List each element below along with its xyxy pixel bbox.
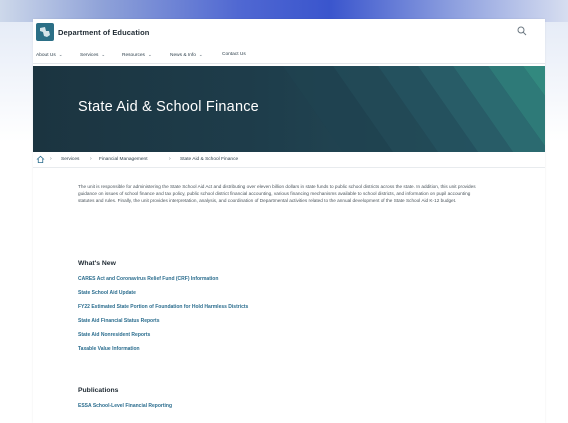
- site-title[interactable]: Department of Education: [58, 28, 149, 37]
- nav-item-label: About Us: [36, 53, 56, 58]
- page-title: State Aid & School Finance: [78, 99, 259, 115]
- nav-item-services[interactable]: Services ⌄: [80, 52, 105, 58]
- link-fy22-estimated-state-portion[interactable]: FY22 Estimated State Portion of Foundati…: [78, 304, 248, 310]
- nav-item-label: News & Info: [170, 53, 196, 58]
- chevron-right-icon: ›: [90, 156, 92, 162]
- chevron-right-icon: ›: [169, 156, 171, 162]
- intro-paragraph: The unit is responsible for administerin…: [78, 184, 476, 204]
- nav-item-resources[interactable]: Resources ⌄: [122, 52, 152, 58]
- nav-item-label: Resources: [122, 53, 145, 58]
- breadcrumb: › Services › Financial Management › Stat…: [33, 154, 545, 168]
- breadcrumb-item-services[interactable]: Services: [61, 157, 79, 162]
- chevron-down-icon: ⌄: [58, 52, 63, 57]
- link-financial-status-reports[interactable]: State Aid Financial Status Reports: [78, 318, 160, 324]
- nav-item-news-info[interactable]: News & Info ⌄: [170, 52, 203, 58]
- desktop-background-right: [545, 22, 568, 423]
- site-header: Department of Education: [33, 19, 545, 47]
- link-nonresident-reports[interactable]: State Aid Nonresident Reports: [78, 332, 150, 338]
- chevron-right-icon: ›: [50, 156, 52, 162]
- breadcrumb-item-financial-management[interactable]: Financial Management: [99, 157, 148, 162]
- hero-banner: State Aid & School Finance: [33, 66, 545, 152]
- web-page: Department of Education About Us ⌄ Servic…: [33, 19, 545, 423]
- search-icon[interactable]: [517, 26, 527, 36]
- nav-item-label: Contact Us: [222, 52, 246, 57]
- whats-new-heading: What's New: [78, 260, 116, 267]
- home-icon[interactable]: [36, 155, 45, 164]
- main-nav: About Us ⌄ Services ⌄ Resources ⌄ News & In…: [33, 49, 545, 64]
- state-logo-icon[interactable]: [36, 23, 54, 41]
- link-essa-financial-reporting[interactable]: ESSA School-Level Financial Reporting: [78, 403, 172, 409]
- link-taxable-value-information[interactable]: Taxable Value Information: [78, 346, 140, 352]
- chevron-down-icon: ⌄: [198, 52, 203, 57]
- nav-item-contact-us[interactable]: Contact Us: [222, 52, 246, 57]
- link-cares-act[interactable]: CARES Act and Coronavirus Relief Fund (C…: [78, 276, 218, 282]
- publications-heading: Publications: [78, 387, 119, 394]
- chevron-down-icon: ⌄: [101, 52, 106, 57]
- nav-item-label: Services: [80, 53, 99, 58]
- breadcrumb-item-current: State Aid & School Finance: [180, 157, 239, 162]
- link-state-school-aid-update[interactable]: State School Aid Update: [78, 290, 136, 296]
- desktop-background-left: [0, 22, 33, 423]
- nav-item-about-us[interactable]: About Us ⌄: [36, 52, 63, 58]
- chevron-down-icon: ⌄: [147, 52, 152, 57]
